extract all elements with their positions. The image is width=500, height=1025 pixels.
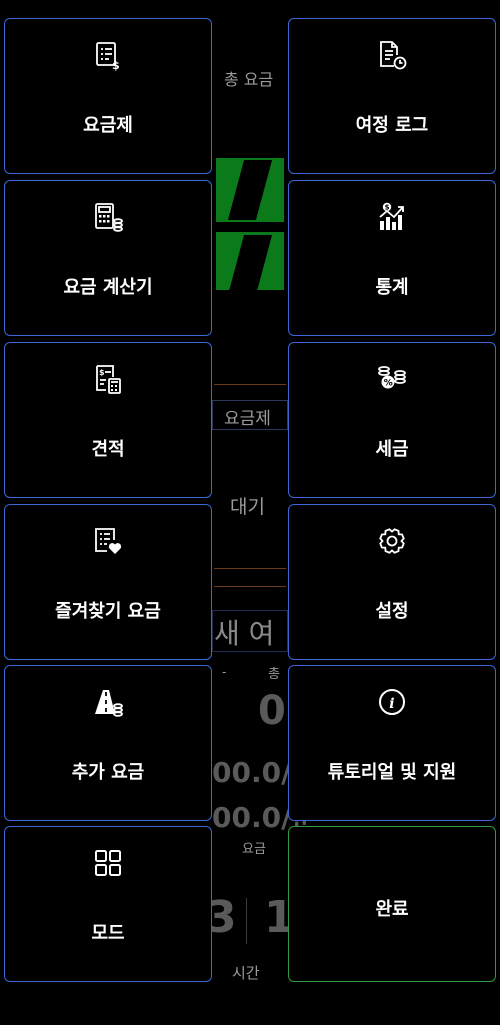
tariff-label: 요금제: [83, 115, 133, 136]
svg-text:i: i: [389, 696, 394, 712]
tutorial-support-button[interactable]: i 튜토리얼 및 지원: [288, 665, 496, 821]
statistics-button[interactable]: $ 통계: [288, 180, 496, 336]
quote-button[interactable]: $ 견적: [4, 342, 212, 498]
tax-button[interactable]: % 세금: [288, 342, 496, 498]
dash-label: -: [222, 665, 227, 679]
svg-text:$: $: [385, 204, 390, 212]
total-col-label: 총: [268, 667, 280, 682]
done-button[interactable]: 완료: [288, 826, 496, 982]
info-icon: i: [374, 684, 410, 720]
total-fare-label: 총 요금: [224, 70, 274, 89]
coins-percent-icon: %: [374, 361, 410, 397]
settings-button[interactable]: 설정: [288, 504, 496, 660]
fare-calculator-label: 요금 계산기: [63, 277, 153, 298]
road-coins-icon: [90, 684, 126, 720]
new-trip-button[interactable]: 새 여: [214, 612, 274, 652]
settings-label: 설정: [375, 601, 409, 622]
extra-charges-label: 추가 요금: [71, 762, 145, 783]
invoice-dollar-icon: $: [90, 37, 126, 73]
fare-zero: 0: [258, 688, 286, 734]
calculator-coins-icon: [90, 199, 126, 235]
mode-label: 모드: [91, 923, 125, 944]
fare-calculator-button[interactable]: 요금 계산기: [4, 180, 212, 336]
tariff-button[interactable]: $ 요금제: [4, 18, 212, 174]
status-text: 대기: [230, 496, 265, 518]
svg-text:$: $: [112, 59, 120, 71]
grid-icon: [90, 845, 126, 881]
statistics-label: 통계: [375, 277, 409, 298]
trip-log-label: 여정 로그: [355, 115, 429, 136]
done-label: 완료: [375, 899, 409, 920]
svg-text:%: %: [384, 379, 393, 389]
fare-small-label: 요금: [242, 842, 266, 857]
gear-icon: [374, 523, 410, 559]
extra-charges-button[interactable]: 추가 요금: [4, 665, 212, 821]
tariff-tab[interactable]: 요금제: [224, 404, 271, 429]
list-heart-icon: [90, 523, 126, 559]
time-label: 시간: [232, 964, 260, 982]
document-clock-icon: [374, 37, 410, 73]
tutorial-support-label: 튜토리얼 및 지원: [327, 762, 457, 783]
chart-trend-icon: $: [374, 199, 410, 235]
quote-label: 견적: [91, 439, 125, 460]
favorite-fares-label: 즐겨찾기 요금: [55, 601, 161, 622]
quote-receipt-calculator-icon: $: [90, 361, 126, 397]
favorite-fares-button[interactable]: 즐겨찾기 요금: [4, 504, 212, 660]
tax-label: 세금: [375, 439, 409, 460]
trip-log-button[interactable]: 여정 로그: [288, 18, 496, 174]
mode-button[interactable]: 모드: [4, 826, 212, 982]
svg-text:$: $: [99, 368, 105, 377]
